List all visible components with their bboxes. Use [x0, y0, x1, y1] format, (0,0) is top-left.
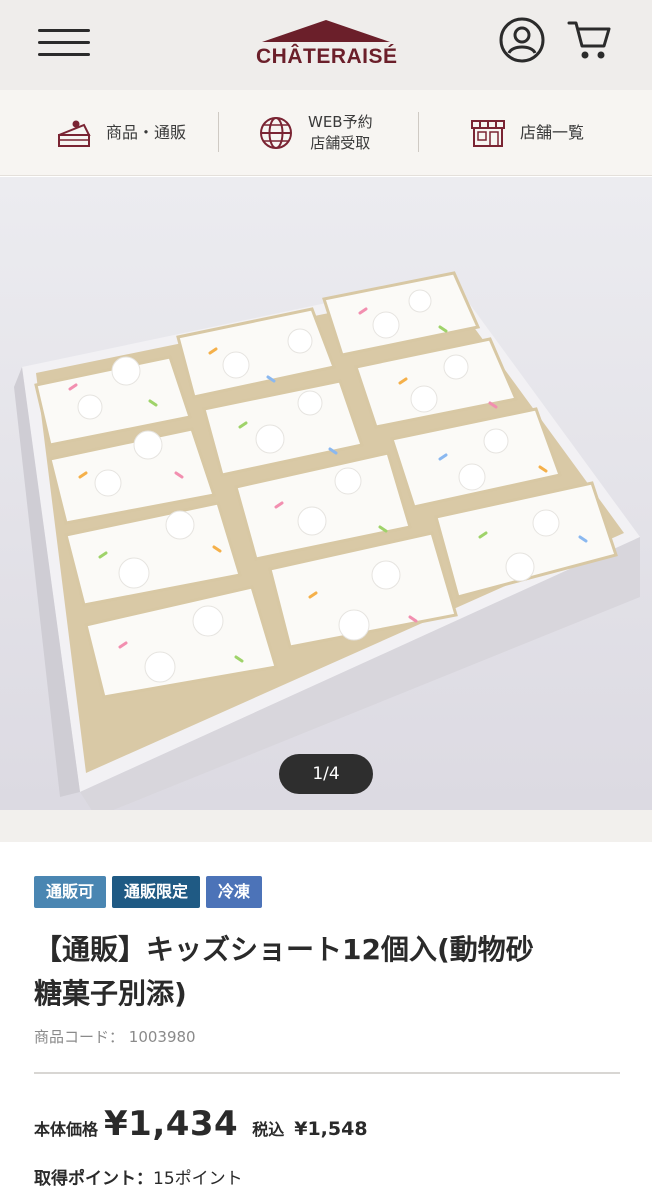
nav-divider: [418, 112, 419, 152]
tax-included-label: 税込: [252, 1120, 285, 1139]
nav-item-web-reservation[interactable]: WEB予約 店舗受取: [256, 90, 373, 176]
category-nav: 商品・通販 WEB予約 店舗受取 店舗一覧: [0, 90, 652, 176]
nav-divider: [218, 112, 219, 152]
cart-icon[interactable]: [566, 18, 612, 62]
site-header: CHÂTERAISÉ: [0, 0, 652, 90]
nav-label-line2: 店舗受取: [310, 134, 371, 152]
globe-icon: [260, 117, 292, 149]
divider: [34, 1072, 620, 1074]
product-code: 商品コード： 1003980: [34, 1026, 196, 1047]
price-row: 本体価格 ¥1,434 税込 ¥1,548: [34, 1104, 368, 1148]
logo-text: CHÂTERAISÉ: [256, 45, 398, 68]
cake-icon: [58, 120, 91, 147]
section-gap: [0, 810, 652, 842]
product-title: 【通販】キッズショート12個入(動物砂 糖菓子別添): [34, 928, 624, 1016]
brand-logo[interactable]: CHÂTERAISÉ: [256, 18, 398, 74]
nav-item-stores[interactable]: 店舗一覧: [468, 90, 584, 176]
points-row: 取得ポイント：15ポイント: [34, 1164, 243, 1189]
product-title-line2: 糖菓子別添): [34, 977, 187, 1010]
cake-box-photo: [0, 177, 652, 810]
points-label: 取得ポイント：: [34, 1169, 153, 1189]
product-code-label: 商品コード：: [34, 1028, 125, 1046]
roof-icon: [262, 20, 390, 42]
nav-label-line1: WEB予約: [308, 113, 373, 131]
product-image[interactable]: 1/4: [0, 177, 652, 810]
nav-label-stores: 店舗一覧: [520, 123, 585, 142]
nav-item-products[interactable]: 商品・通販: [54, 90, 186, 176]
tag-mail-order-available: 通販可: [34, 876, 107, 908]
price-label: 本体価格: [34, 1120, 99, 1139]
nav-label-web-reservation: WEB予約 店舗受取: [308, 112, 373, 154]
product-title-line1: 【通販】キッズショート12個入(動物砂: [34, 933, 534, 966]
menu-icon[interactable]: [38, 27, 90, 59]
store-icon: [471, 120, 505, 147]
product-tags: 通販可 通販限定 冷凍: [34, 876, 263, 908]
nav-label-products: 商品・通販: [106, 123, 187, 142]
user-account-icon[interactable]: [498, 16, 546, 64]
points-value: 15ポイント: [153, 1169, 243, 1189]
tag-mail-order-only: 通販限定: [112, 876, 201, 908]
price-value: ¥1,434: [104, 1104, 239, 1144]
tag-frozen: 冷凍: [206, 876, 263, 908]
product-code-value: 1003980: [128, 1028, 196, 1046]
tax-included-price: ¥1,548: [294, 1118, 368, 1140]
carousel-pager[interactable]: 1/4: [279, 754, 373, 794]
